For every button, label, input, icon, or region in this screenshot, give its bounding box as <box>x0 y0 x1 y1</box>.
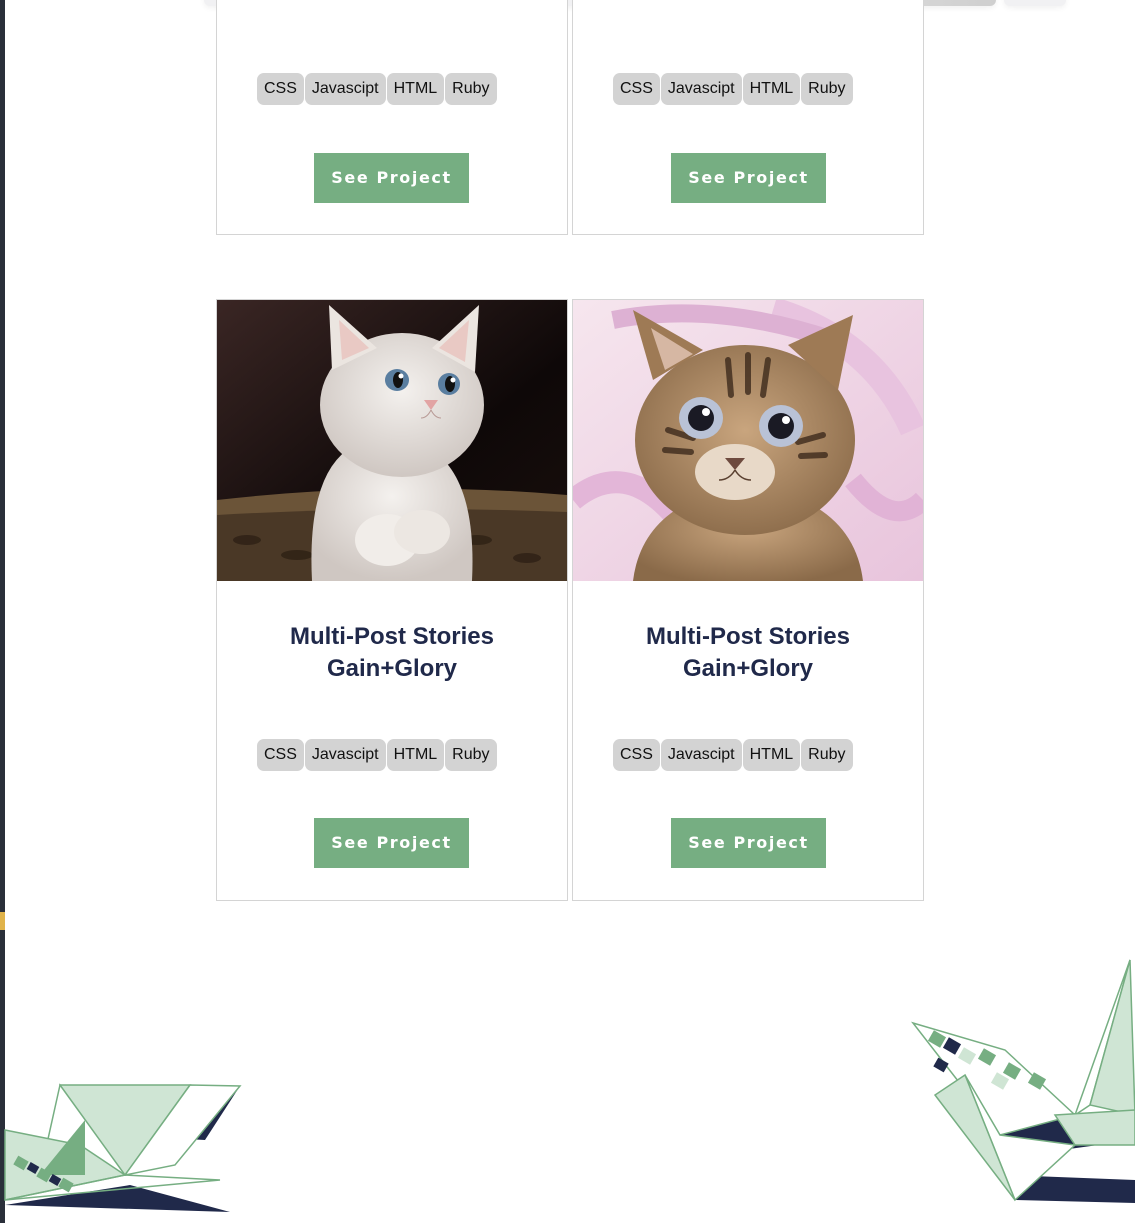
white-kitten-photo <box>217 300 567 581</box>
card-title-line-2: Gain+Glory <box>326 655 458 682</box>
see-project-button[interactable]: See Project <box>314 818 469 868</box>
tag-html: HTML <box>386 73 445 105</box>
see-project-button[interactable]: See Project <box>671 818 826 868</box>
tag-css: CSS <box>257 73 304 105</box>
tag-html: HTML <box>742 739 801 771</box>
tag-ruby: Ruby <box>801 73 853 105</box>
tag-javascript: Javascipt <box>660 73 742 105</box>
project-card: Multi-Post Stories Gain+Glory CSS Javasc… <box>572 299 924 901</box>
tag-javascript: Javascipt <box>304 73 386 105</box>
card-title-line-1: Multi-Post Stories <box>645 623 850 650</box>
tag-css: CSS <box>613 739 660 771</box>
tag-html: HTML <box>742 73 801 105</box>
project-card: Multi-Post Stories Gain+Glory CSS Javasc… <box>216 299 568 901</box>
tag-html: HTML <box>386 739 445 771</box>
tag-css: CSS <box>613 73 660 105</box>
tag-ruby: Ruby <box>445 739 497 771</box>
tag-list: CSS Javascipt HTML Ruby <box>613 73 854 105</box>
project-card: CSS Javascipt HTML Ruby See Project <box>216 0 568 235</box>
card-title-line-2: Gain+Glory <box>682 655 814 682</box>
card-title: Multi-Post Stories Gain+Glory <box>573 621 923 685</box>
card-title-line-1: Multi-Post Stories <box>289 623 494 650</box>
tag-css: CSS <box>257 739 304 771</box>
see-project-button[interactable]: See Project <box>314 153 469 203</box>
tabby-kitten-photo <box>573 300 923 581</box>
tag-javascript: Javascipt <box>304 739 386 771</box>
tag-list: CSS Javascipt HTML Ruby <box>613 739 854 771</box>
tag-ruby: Ruby <box>801 739 853 771</box>
project-card: CSS Javascipt HTML Ruby See Project <box>572 0 924 235</box>
origami-crane-right <box>910 959 1135 1203</box>
tag-javascript: Javascipt <box>660 739 742 771</box>
tag-list: CSS Javascipt HTML Ruby <box>257 73 498 105</box>
origami-crane-left <box>4 1083 242 1212</box>
window-left-edge <box>0 0 5 1223</box>
tag-ruby: Ruby <box>445 73 497 105</box>
tag-list: CSS Javascipt HTML Ruby <box>257 739 498 771</box>
card-title: Multi-Post Stories Gain+Glory <box>217 621 567 685</box>
see-project-button[interactable]: See Project <box>671 153 826 203</box>
toolbar-button[interactable] <box>1004 0 1066 6</box>
edge-accent <box>0 912 5 930</box>
